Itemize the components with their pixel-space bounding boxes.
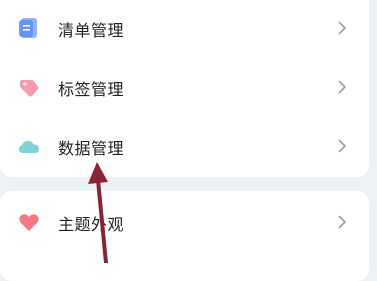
list-management-label: 清单管理 — [58, 21, 125, 40]
chevron-right-icon — [338, 21, 347, 35]
theme-appearance-label: 主题外观 — [58, 215, 125, 234]
chevron-right-icon — [338, 80, 347, 94]
settings-card-bottom: 主题外观 — [0, 191, 369, 281]
list-icon — [19, 18, 37, 38]
tag-icon — [20, 80, 39, 97]
data-management-label: 数据管理 — [58, 139, 125, 158]
list-management-row[interactable]: 清单管理 — [0, 0, 369, 51]
tag-management-row[interactable]: 标签管理 — [0, 51, 369, 112]
cloud-icon — [19, 141, 39, 153]
chevron-right-icon — [338, 139, 347, 153]
data-management-row[interactable]: 数据管理 — [0, 112, 369, 173]
tag-management-label: 标签管理 — [58, 80, 125, 99]
theme-appearance-row[interactable]: 主题外观 — [0, 191, 369, 252]
chevron-right-icon — [338, 215, 347, 229]
settings-card-top: 清单管理 标签管理 数据管理 — [0, 0, 369, 177]
heart-icon — [19, 214, 39, 231]
